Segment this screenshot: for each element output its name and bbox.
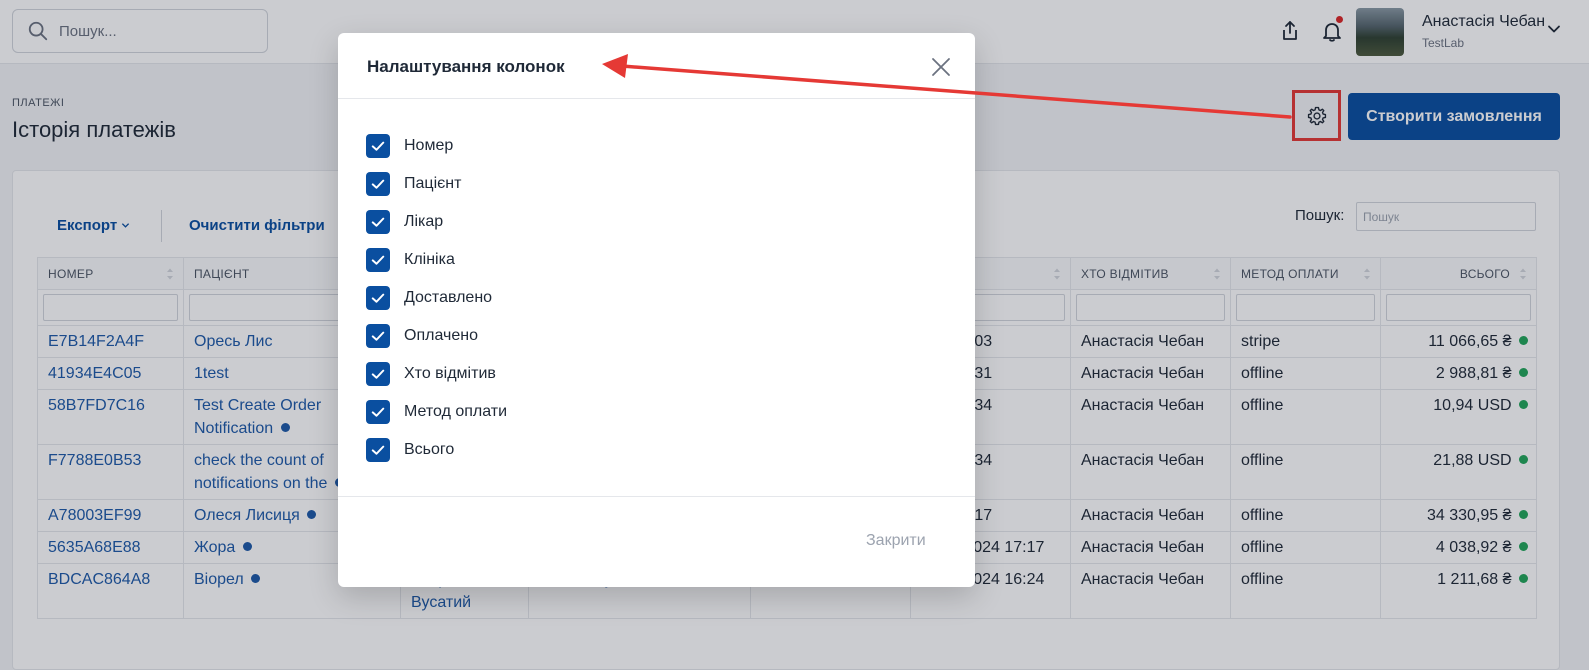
- close-icon[interactable]: [930, 56, 952, 78]
- check-icon: [371, 217, 385, 227]
- column-option-label: Оплачено: [404, 327, 478, 344]
- column-option[interactable]: Метод оплати: [366, 393, 507, 431]
- column-option-label: Хто відмітив: [404, 365, 496, 382]
- check-icon: [371, 331, 385, 341]
- column-option-label: Доставлено: [404, 289, 493, 306]
- column-option-label: Пацієнт: [404, 175, 462, 192]
- column-checkbox[interactable]: [366, 324, 390, 348]
- column-option[interactable]: Клініка: [366, 241, 507, 279]
- column-option[interactable]: Пацієнт: [366, 165, 507, 203]
- check-icon: [371, 179, 385, 189]
- column-option[interactable]: Всього: [366, 431, 507, 469]
- column-checkbox[interactable]: [366, 210, 390, 234]
- modal-divider: [338, 496, 975, 497]
- column-checkbox[interactable]: [366, 248, 390, 272]
- column-option[interactable]: Номер: [366, 127, 507, 165]
- column-option-label: Номер: [404, 137, 454, 154]
- check-icon: [371, 141, 385, 151]
- column-checkbox[interactable]: [366, 438, 390, 462]
- column-checkbox[interactable]: [366, 400, 390, 424]
- modal-title: Налаштування колонок: [367, 57, 565, 76]
- column-option-label: Всього: [404, 441, 455, 458]
- column-option-label: Метод оплати: [404, 403, 508, 420]
- check-icon: [371, 255, 385, 265]
- close-button[interactable]: Закрити: [866, 532, 926, 550]
- check-icon: [371, 369, 385, 379]
- check-icon: [371, 293, 385, 303]
- column-checkbox[interactable]: [366, 172, 390, 196]
- column-settings-modal: Налаштування колонок Номер Пацієнт Лікар Кл…: [338, 33, 975, 587]
- column-checkbox-list: Номер Пацієнт Лікар Клініка Доставлено Оплаче…: [366, 127, 507, 469]
- column-option[interactable]: Оплачено: [366, 317, 507, 355]
- column-option[interactable]: Доставлено: [366, 279, 507, 317]
- column-option[interactable]: Лікар: [366, 203, 507, 241]
- column-checkbox[interactable]: [366, 286, 390, 310]
- column-option-label: Клініка: [404, 251, 455, 268]
- column-checkbox[interactable]: [366, 362, 390, 386]
- modal-divider: [338, 98, 975, 99]
- column-checkbox[interactable]: [366, 134, 390, 158]
- column-option-label: Лікар: [404, 213, 444, 230]
- column-option[interactable]: Хто відмітив: [366, 355, 507, 393]
- check-icon: [371, 407, 385, 417]
- check-icon: [371, 445, 385, 455]
